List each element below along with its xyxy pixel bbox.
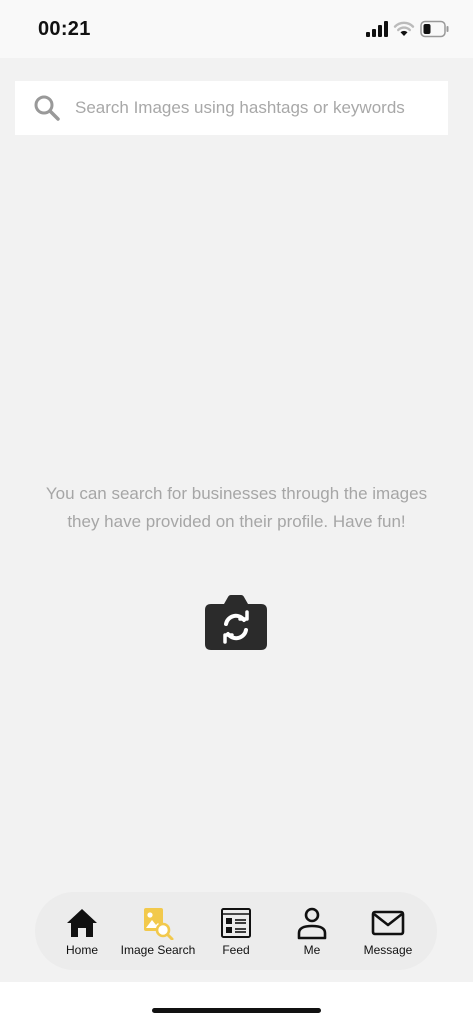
- mail-icon: [371, 910, 405, 936]
- image-search-screen: 00:21 You can search for businesses thro…: [0, 0, 473, 1024]
- nav-label-image-search: Image Search: [120, 943, 196, 957]
- nav-label-home: Home: [65, 943, 98, 957]
- nav-label-feed: Feed: [222, 943, 250, 957]
- home-indicator-area: [0, 982, 473, 1024]
- search-bar[interactable]: [15, 81, 448, 135]
- image-search-icon: [144, 908, 174, 940]
- status-time: 00:21: [38, 18, 91, 40]
- cellular-signal-icon: [366, 21, 388, 37]
- bottom-nav: Home Image Search Feed Me Message: [35, 892, 437, 970]
- person-icon: [297, 907, 327, 940]
- nav-item-feed[interactable]: Feed: [193, 906, 279, 966]
- search-icon: [34, 95, 60, 121]
- empty-state-message: You can search for businesses through th…: [45, 484, 428, 531]
- nav-label-me: Me: [303, 943, 321, 957]
- battery-icon: [420, 20, 449, 38]
- search-input[interactable]: [75, 81, 435, 135]
- status-bar: 00:21: [0, 0, 473, 58]
- home-indicator[interactable]: [152, 1008, 321, 1013]
- nav-item-image-search[interactable]: Image Search: [115, 906, 201, 966]
- wifi-icon: [393, 21, 415, 36]
- nav-item-me[interactable]: Me: [269, 906, 355, 966]
- camera-switch-icon[interactable]: [203, 593, 269, 651]
- nav-item-home[interactable]: Home: [39, 906, 125, 966]
- feed-icon: [221, 908, 251, 938]
- home-icon: [67, 909, 97, 937]
- nav-item-message[interactable]: Message: [345, 906, 431, 966]
- nav-label-message: Message: [363, 943, 413, 957]
